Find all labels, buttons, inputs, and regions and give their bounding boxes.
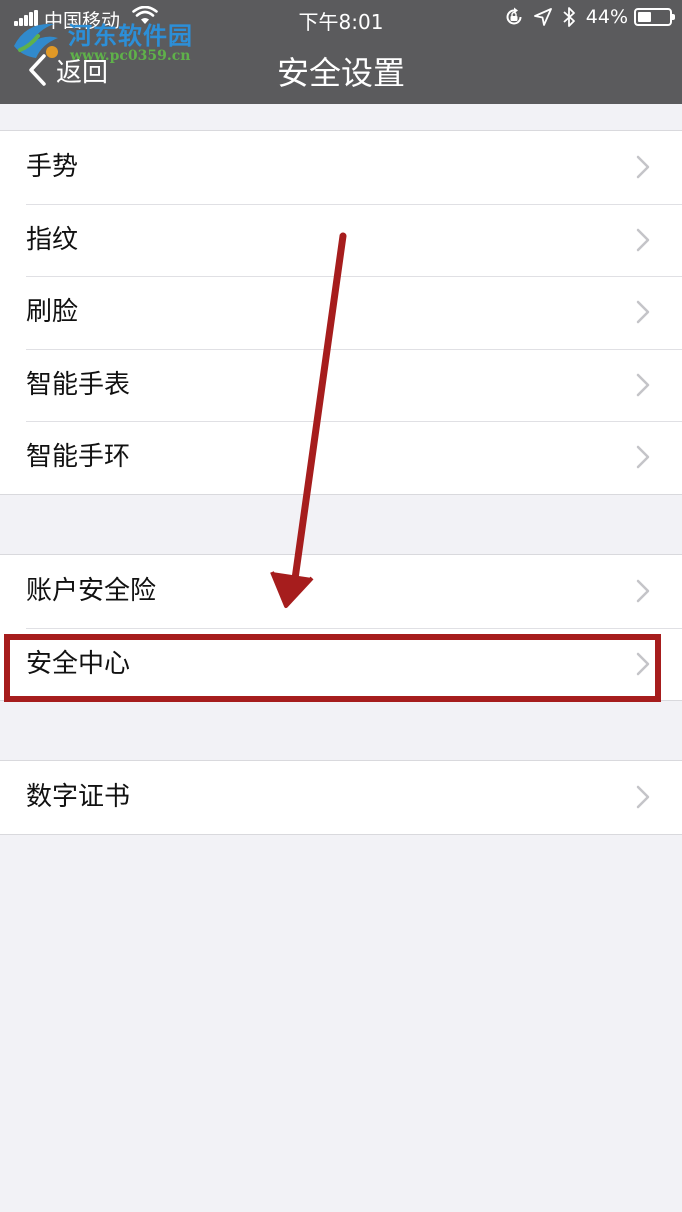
list-item-label: 手势 (26, 152, 79, 182)
chevron-right-icon (636, 445, 650, 469)
chevron-right-icon (636, 300, 650, 324)
battery-percent: 44% (585, 6, 628, 28)
settings-group-certificate: 数字证书 (0, 760, 682, 835)
list-item-label: 安全中心 (26, 648, 131, 679)
list-item-label: 智能手环 (26, 442, 131, 472)
list-item-digital-certificate[interactable]: 数字证书 (0, 761, 682, 834)
list-item-smart-watch[interactable]: 智能手表 (0, 348, 682, 422)
bluetooth-icon (563, 7, 575, 27)
list-item-gesture[interactable]: 手势 (0, 131, 682, 204)
list-item-smart-band[interactable]: 智能手环 (0, 421, 682, 494)
list-item-label: 数字证书 (26, 782, 131, 812)
list-item-label: 刷脸 (26, 297, 79, 327)
chevron-right-icon (636, 228, 650, 251)
list-item-label: 智能手表 (26, 369, 131, 400)
list-item-security-center[interactable]: 安全中心 (0, 627, 682, 701)
battery-icon (634, 8, 675, 26)
chevron-right-icon (636, 785, 650, 809)
chevron-right-icon (636, 579, 650, 603)
location-arrow-icon (533, 8, 552, 26)
rotation-lock-icon (506, 7, 522, 25)
page-title: 安全设置 (276, 54, 405, 92)
header: 中国移动 下午8:01 44% 河东软件园 www.pc0359.cn 返回 安… (0, 0, 682, 104)
list-item-label: 账户安全险 (26, 576, 157, 606)
list-item-fingerprint[interactable]: 指纹 (0, 203, 682, 277)
chevron-right-icon (636, 155, 650, 179)
battery-level (638, 12, 651, 22)
nav-bar: 返回 安全设置 (0, 34, 682, 104)
list-item-account-insurance[interactable]: 账户安全险 (0, 555, 682, 628)
list-item-label: 指纹 (26, 224, 79, 255)
settings-group-biometrics: 手势 指纹 刷脸 智能手表 智能手环 (0, 130, 682, 495)
chevron-right-icon (636, 652, 650, 675)
settings-group-account: 账户安全险 安全中心 (0, 554, 682, 701)
status-icons: 44% (504, 6, 628, 28)
chevron-right-icon (636, 373, 650, 396)
list-item-face[interactable]: 刷脸 (0, 276, 682, 349)
